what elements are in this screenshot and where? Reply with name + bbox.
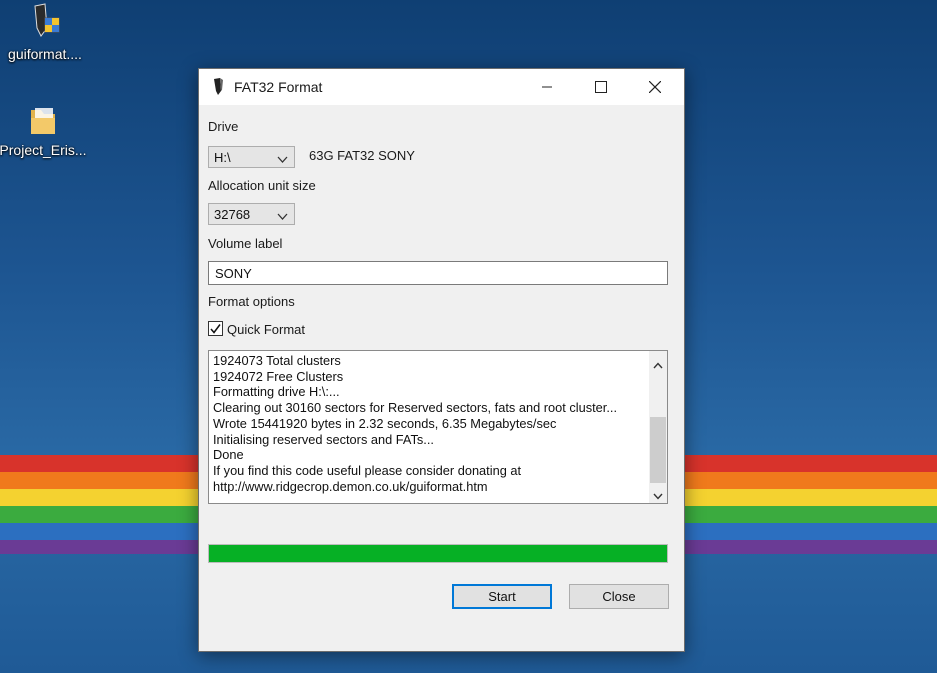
format-progress-bar: [208, 544, 668, 563]
desktop-icon-guiformat[interactable]: guiformat....: [0, 2, 90, 62]
fat32-format-window: FAT32 Format Drive H:\ 63G FAT32 SONY Al…: [198, 68, 685, 652]
window-close-button[interactable]: [632, 69, 678, 105]
minimize-icon: [542, 86, 552, 88]
log-line: 1924072 Free Clusters: [213, 368, 344, 384]
quick-format-label[interactable]: Quick Format: [227, 322, 305, 337]
log-line: Formatting drive H:\:...: [213, 384, 340, 400]
desktop-icon-label: guiformat....: [8, 46, 82, 62]
drive-select-value: H:\: [214, 150, 231, 165]
log-line: Done: [213, 447, 244, 463]
log-scrollbar[interactable]: [649, 351, 667, 503]
guiformat-app-icon: [27, 2, 63, 42]
drive-select[interactable]: H:\: [208, 146, 295, 168]
desktop-icon-project-folder[interactable]: Project_Eris...: [0, 104, 88, 158]
maximize-icon: [595, 81, 607, 93]
volume-label-caption: Volume label: [208, 236, 283, 251]
checkmark-icon: [210, 324, 221, 334]
log-line: Initialising reserved sectors and FATs..…: [213, 431, 434, 447]
guiformat-app-icon: [211, 77, 227, 102]
format-options-label: Format options: [208, 294, 295, 309]
volume-label-value: SONY: [215, 266, 252, 281]
minimize-button[interactable]: [524, 69, 570, 105]
desktop-icon-label: Project_Eris...: [0, 142, 87, 158]
window-title: FAT32 Format: [234, 79, 323, 95]
drive-label: Drive: [208, 119, 239, 134]
allocation-unit-select[interactable]: 32768: [208, 203, 295, 225]
close-button[interactable]: Close: [569, 584, 669, 609]
log-line: Wrote 15441920 bytes in 2.32 seconds, 6.…: [213, 415, 557, 431]
chevron-down-icon: [277, 209, 288, 224]
close-icon: [649, 81, 661, 93]
log-lines: 1924073 Total clusters 1924072 Free Clus…: [213, 353, 617, 494]
volume-label-input[interactable]: SONY: [208, 261, 668, 285]
scroll-up-icon[interactable]: [653, 356, 663, 374]
folder-icon: [27, 104, 59, 138]
maximize-button[interactable]: [578, 69, 624, 105]
allocation-unit-value: 32768: [214, 207, 251, 222]
quick-format-checkbox[interactable]: [208, 321, 223, 336]
drive-info: 63G FAT32 SONY: [309, 148, 415, 163]
log-line: If you find this code useful please cons…: [213, 462, 522, 478]
log-line: 1924073 Total clusters: [213, 353, 341, 368]
progress-fill: [209, 545, 667, 562]
title-bar[interactable]: FAT32 Format: [199, 69, 684, 105]
log-line: http://www.ridgecrop.demon.co.uk/guiform…: [213, 478, 488, 494]
scrollbar-thumb[interactable]: [650, 417, 666, 483]
log-output[interactable]: 1924073 Total clusters 1924072 Free Clus…: [208, 350, 668, 504]
chevron-down-icon: [277, 152, 288, 167]
allocation-unit-label: Allocation unit size: [208, 178, 316, 193]
log-line: Clearing out 30160 sectors for Reserved …: [213, 400, 618, 416]
start-button[interactable]: Start: [452, 584, 552, 609]
scroll-down-icon[interactable]: [653, 487, 663, 505]
